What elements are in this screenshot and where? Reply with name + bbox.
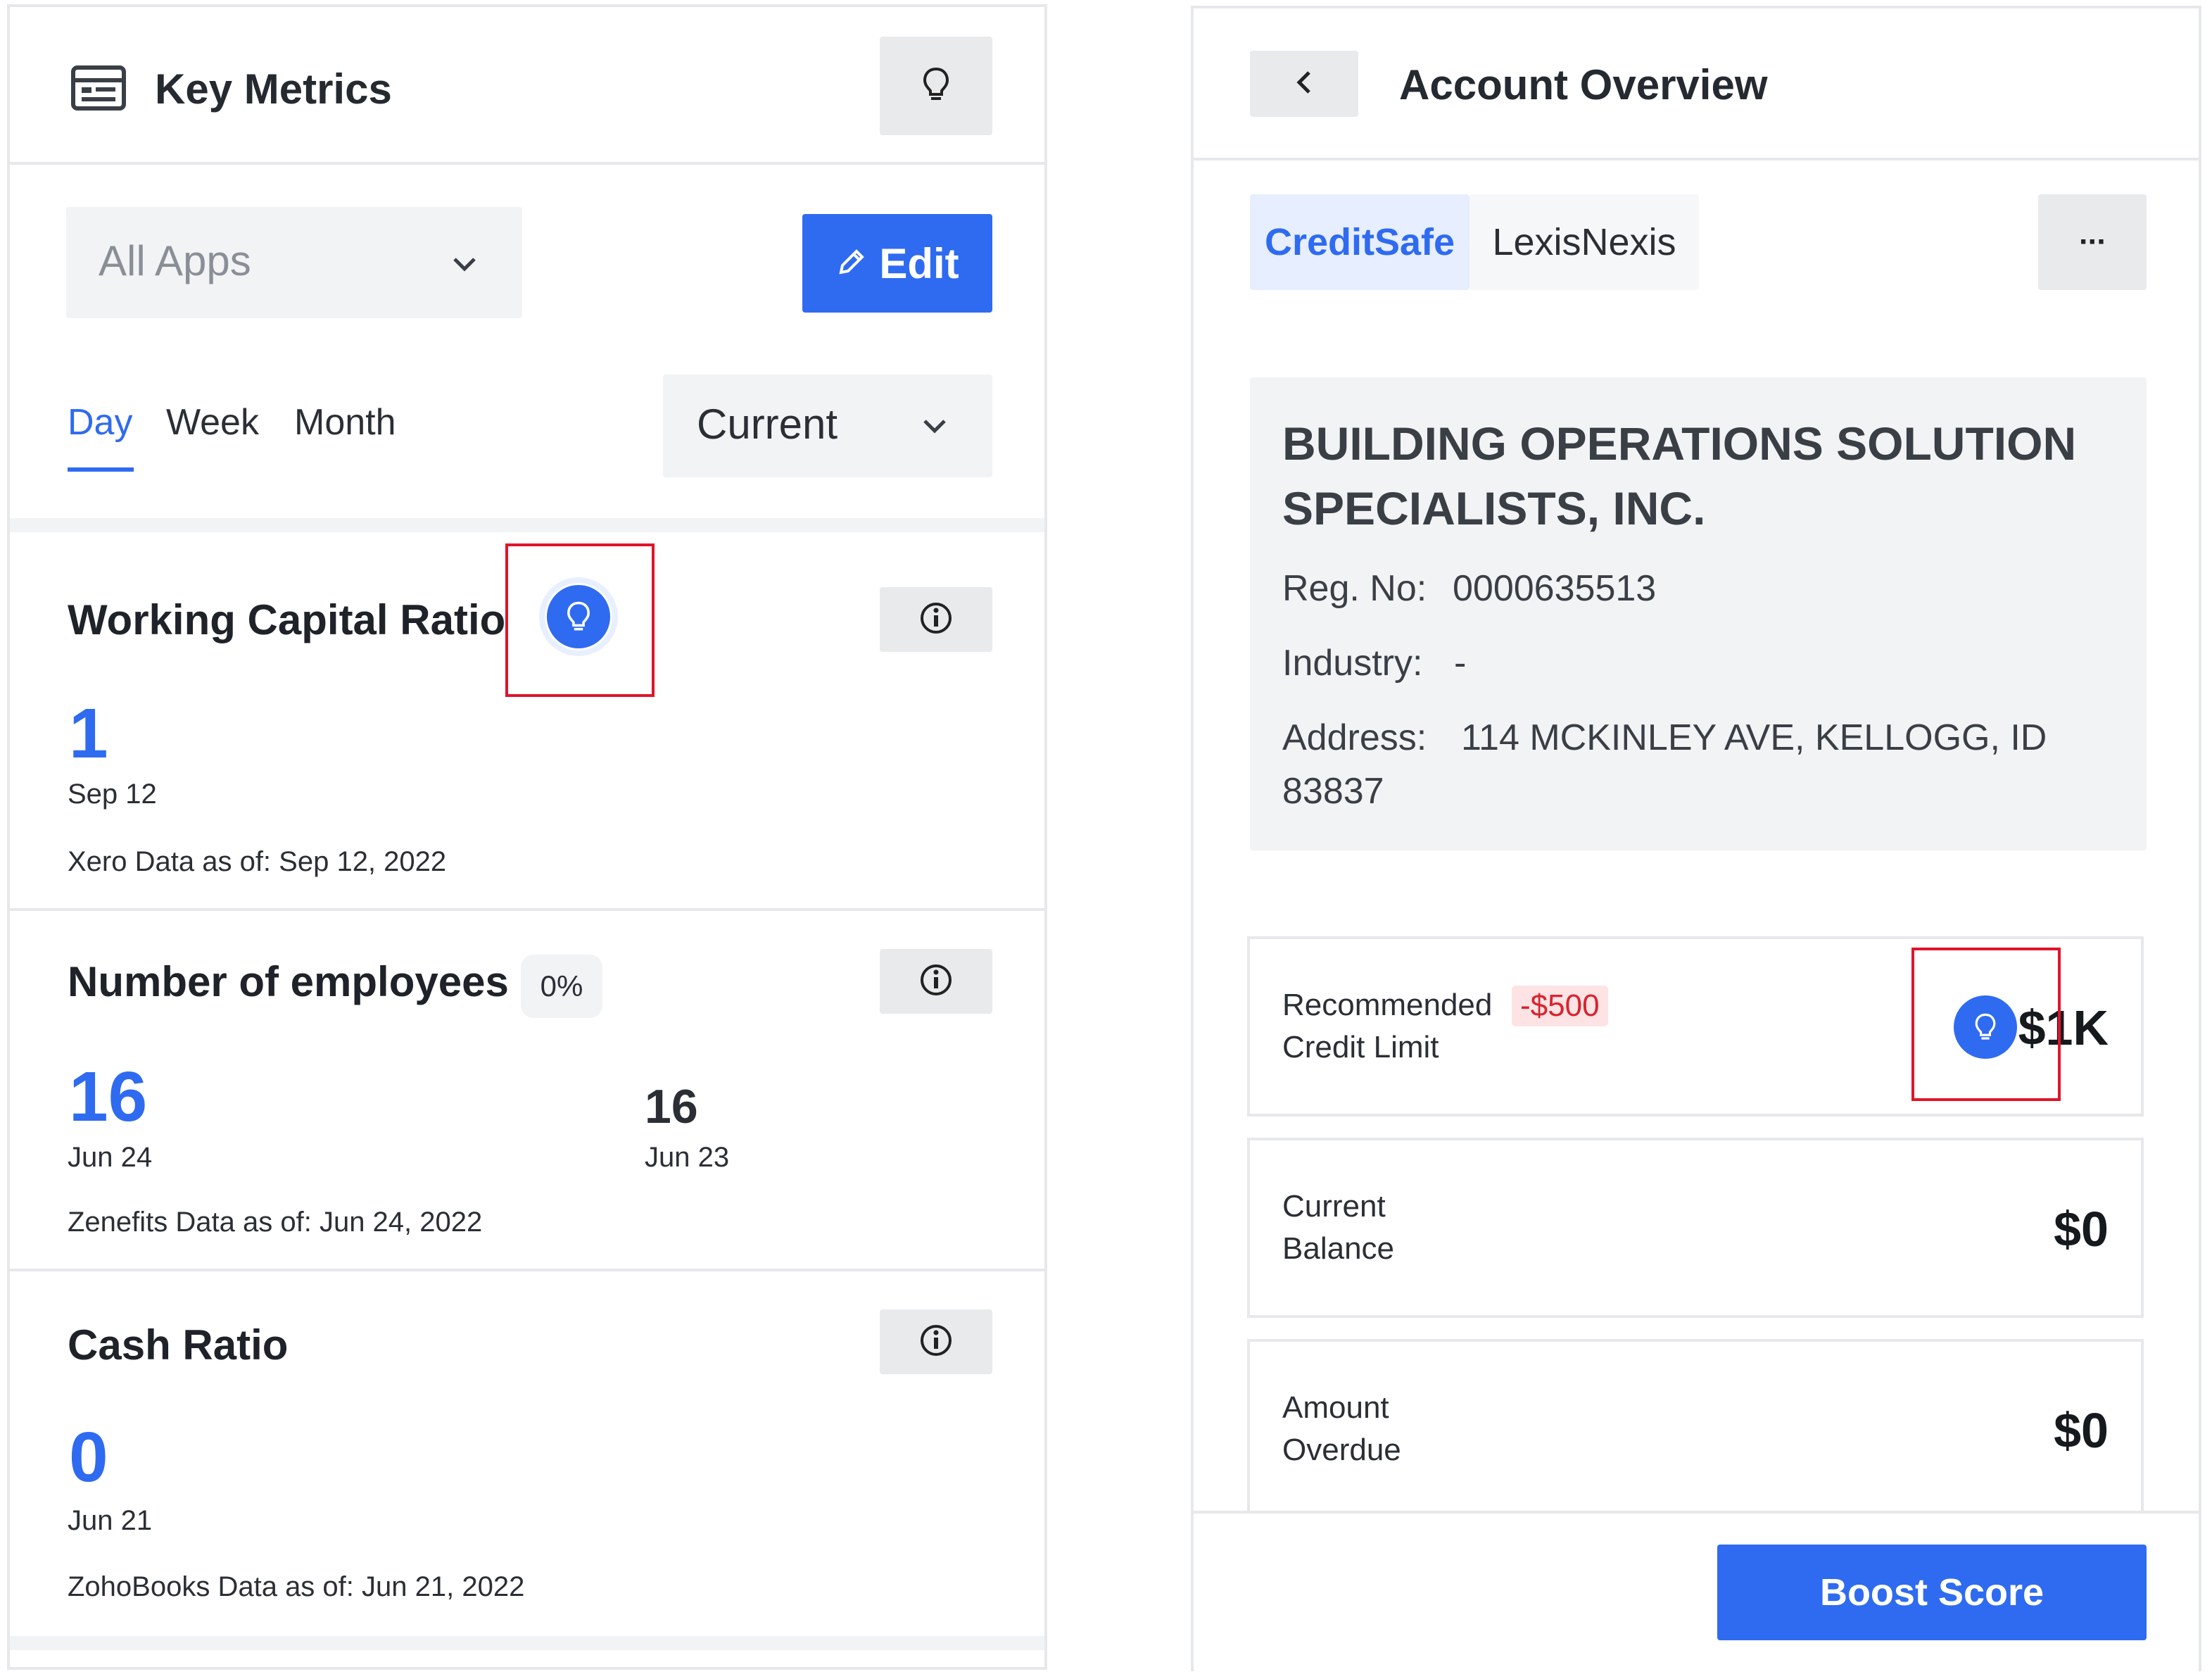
period-range-dropdown[interactable]: Current bbox=[663, 375, 992, 477]
key-metrics-icon bbox=[70, 65, 127, 111]
metric-title: Cash Ratio bbox=[68, 1321, 289, 1369]
boost-score-label: Boost Score bbox=[1819, 1571, 2044, 1614]
company-name: BUILDING OPERATIONS SOLUTION SPECIALISTS… bbox=[1282, 411, 2076, 541]
lightbulb-icon bbox=[922, 66, 950, 106]
apps-filter-value: All Apps bbox=[99, 237, 251, 284]
metric-value: 16 bbox=[69, 1057, 148, 1136]
metric-prev-date: Jun 23 bbox=[645, 1142, 730, 1173]
more-options-button[interactable]: ··· bbox=[2038, 194, 2147, 290]
metric-title: Number of employees bbox=[68, 958, 509, 1005]
section-divider bbox=[10, 1636, 1044, 1650]
metric-divider bbox=[10, 908, 1044, 911]
edit-label: Edit bbox=[879, 239, 959, 287]
section-divider bbox=[10, 518, 1044, 532]
company-name-line: SPECIALISTS, INC. bbox=[1282, 482, 1706, 534]
info-button[interactable] bbox=[880, 587, 992, 652]
card-label-cont: Balance bbox=[1282, 1231, 1395, 1266]
card-label: Current bbox=[1282, 1189, 1386, 1224]
reg-no-label: Reg. No: bbox=[1282, 568, 1427, 609]
address-value: 114 MCKINLEY AVE, KELLOGG, ID bbox=[1461, 717, 2047, 758]
tab-month[interactable]: Month bbox=[294, 401, 396, 444]
account-overview-panel: Account Overview CreditSafe LexisNexis ·… bbox=[1191, 6, 2201, 1674]
card-label: Amount bbox=[1282, 1390, 1389, 1425]
tab-day[interactable]: Day bbox=[68, 401, 132, 444]
metric-value: 0 bbox=[69, 1418, 108, 1497]
tab-creditsafe[interactable]: CreditSafe bbox=[1250, 194, 1470, 290]
boost-score-button[interactable]: Boost Score bbox=[1717, 1545, 2147, 1640]
more-icon: ··· bbox=[2079, 225, 2107, 259]
industry-label: Industry: bbox=[1282, 643, 1423, 684]
highlight-box bbox=[505, 543, 655, 697]
tab-label: CreditSafe bbox=[1264, 221, 1455, 263]
info-icon bbox=[919, 1323, 953, 1361]
metric-source: ZohoBooks Data as of: Jun 21, 2022 bbox=[68, 1571, 525, 1602]
metric-source: Xero Data as of: Sep 12, 2022 bbox=[68, 846, 447, 877]
card-label: Recommended bbox=[1282, 988, 1493, 1022]
reg-no-value: 0000635513 bbox=[1453, 568, 1657, 609]
tab-lexisnexis[interactable]: LexisNexis bbox=[1470, 194, 1699, 290]
card-value: $0 bbox=[2054, 1403, 2109, 1458]
current-balance-card: Current Balance $0 bbox=[1247, 1138, 2144, 1318]
info-button[interactable] bbox=[880, 949, 992, 1014]
insights-button[interactable] bbox=[880, 37, 992, 135]
metric-date: Jun 24 bbox=[68, 1142, 153, 1173]
card-value: $0 bbox=[2054, 1202, 2109, 1257]
back-button[interactable] bbox=[1250, 51, 1358, 117]
info-icon bbox=[919, 601, 953, 639]
pencil-icon bbox=[835, 246, 868, 282]
header-divider bbox=[1194, 158, 2199, 161]
tab-label: LexisNexis bbox=[1492, 221, 1676, 263]
metric-source: Zenefits Data as of: Jun 24, 2022 bbox=[68, 1207, 483, 1238]
period-range-value: Current bbox=[697, 401, 838, 448]
key-metrics-panel: Key Metrics All Apps Edit Day Week Month… bbox=[7, 4, 1047, 1670]
address-label: Address: bbox=[1282, 717, 1427, 758]
card-label-cont: Overdue bbox=[1282, 1433, 1401, 1467]
change-badge: 0% bbox=[521, 955, 602, 1018]
footer: Boost Score bbox=[1194, 1511, 2199, 1674]
amount-overdue-card: Amount Overdue $0 bbox=[1247, 1339, 2144, 1522]
metric-date: Sep 12 bbox=[68, 779, 157, 810]
chevron-left-icon bbox=[1296, 70, 1312, 99]
address-value-cont: 83837 bbox=[1282, 771, 1384, 812]
highlight-box bbox=[1911, 948, 2061, 1101]
key-metrics-title: Key Metrics bbox=[155, 65, 392, 113]
change-badge: -$500 bbox=[1512, 986, 1608, 1026]
tab-day-underline bbox=[68, 467, 134, 472]
header-divider bbox=[10, 162, 1044, 165]
apps-filter-dropdown[interactable]: All Apps bbox=[66, 207, 522, 318]
edit-button[interactable]: Edit bbox=[802, 214, 992, 313]
card-label-cont: Credit Limit bbox=[1282, 1030, 1439, 1064]
metric-prev-value: 16 bbox=[645, 1080, 698, 1133]
tab-week[interactable]: Week bbox=[166, 401, 259, 444]
industry-value: - bbox=[1454, 643, 1467, 684]
company-info-card: BUILDING OPERATIONS SOLUTION SPECIALISTS… bbox=[1250, 377, 2147, 850]
info-icon bbox=[919, 963, 953, 1000]
account-overview-title: Account Overview bbox=[1399, 61, 1768, 108]
chevron-down-icon bbox=[922, 418, 947, 437]
metric-divider bbox=[10, 1269, 1044, 1271]
metric-date: Jun 21 bbox=[68, 1505, 153, 1536]
metric-value: 1 bbox=[69, 694, 108, 773]
company-name-line: BUILDING OPERATIONS SOLUTION bbox=[1282, 417, 2077, 470]
info-button[interactable] bbox=[880, 1309, 992, 1374]
metric-title: Working Capital Ratio bbox=[68, 596, 506, 643]
chevron-down-icon bbox=[452, 256, 477, 275]
